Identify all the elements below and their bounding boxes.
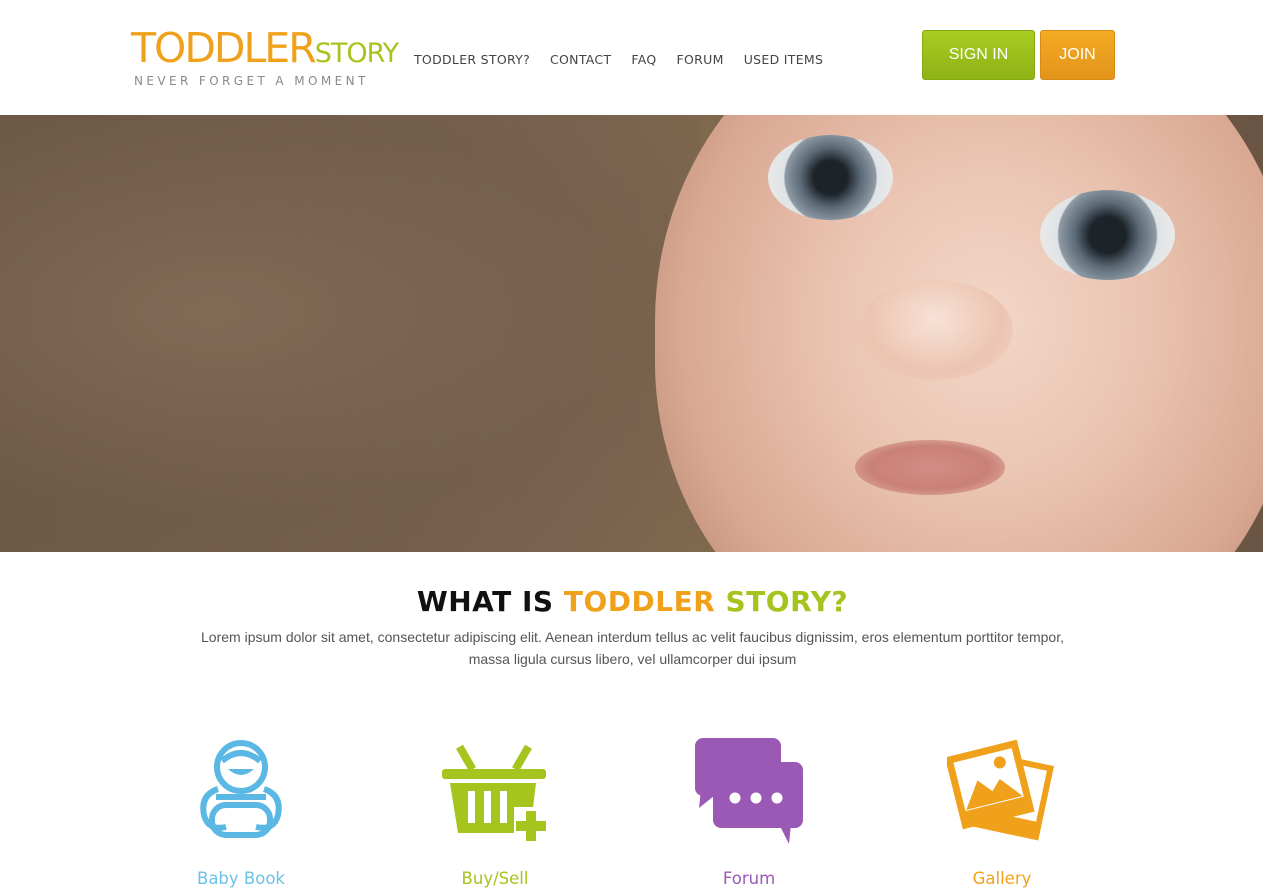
hero-baby-nose — [858, 280, 1013, 380]
logo-wordmark: TODDLERSTORY — [131, 24, 399, 80]
feature-label: Gallery — [972, 869, 1032, 888]
hero-baby-mouth — [855, 440, 1005, 495]
intro-title-toddler: TODDLER — [563, 585, 716, 618]
feature-label: Baby Book — [197, 869, 285, 888]
feature-baby-book[interactable]: Baby Book — [161, 730, 321, 889]
nav-faq[interactable]: FAQ — [631, 52, 656, 67]
feature-forum[interactable]: Forum — [669, 730, 829, 889]
site-logo[interactable]: TODDLERSTORY NEVER FORGET A MOMENT — [131, 26, 399, 92]
feature-label: Buy/Sell — [461, 869, 529, 888]
logo-word-toddler: TODDLER — [131, 24, 317, 72]
nav-contact[interactable]: CONTACT — [550, 52, 611, 67]
nav-used-items[interactable]: USED ITEMS — [744, 52, 824, 67]
intro-title: WHAT IS TODDLER STORY? — [0, 585, 1265, 618]
site-header: TODDLERSTORY NEVER FORGET A MOMENT TODDL… — [0, 0, 1265, 115]
hero-baby-left-eye — [768, 135, 893, 220]
logo-word-story: STORY — [314, 38, 399, 69]
feature-label: Forum — [722, 869, 776, 888]
baby-icon — [161, 730, 321, 850]
nav-forum[interactable]: FORUM — [677, 52, 724, 67]
photos-icon — [922, 730, 1082, 850]
basket-icon — [415, 730, 575, 850]
main-nav: TODDLER STORY? CONTACT FAQ FORUM USED IT… — [414, 52, 843, 67]
logo-tagline: NEVER FORGET A MOMENT — [134, 74, 369, 88]
intro-title-what: WHAT IS — [416, 585, 564, 618]
intro-title-story: STORY? — [715, 585, 849, 618]
hero-background — [0, 115, 700, 552]
nav-toddler-story[interactable]: TODDLER STORY? — [414, 52, 530, 67]
feature-gallery[interactable]: Gallery — [922, 730, 1082, 889]
join-button[interactable]: JOIN — [1040, 30, 1115, 80]
chat-bubbles-icon — [669, 730, 829, 850]
hero-banner — [0, 115, 1263, 552]
sign-in-button[interactable]: SIGN IN — [922, 30, 1035, 80]
intro-description: Lorem ipsum dolor sit amet, consectetur … — [201, 629, 1064, 667]
feature-buy-sell[interactable]: Buy/Sell — [415, 730, 575, 889]
hero-baby-right-eye — [1040, 190, 1175, 280]
